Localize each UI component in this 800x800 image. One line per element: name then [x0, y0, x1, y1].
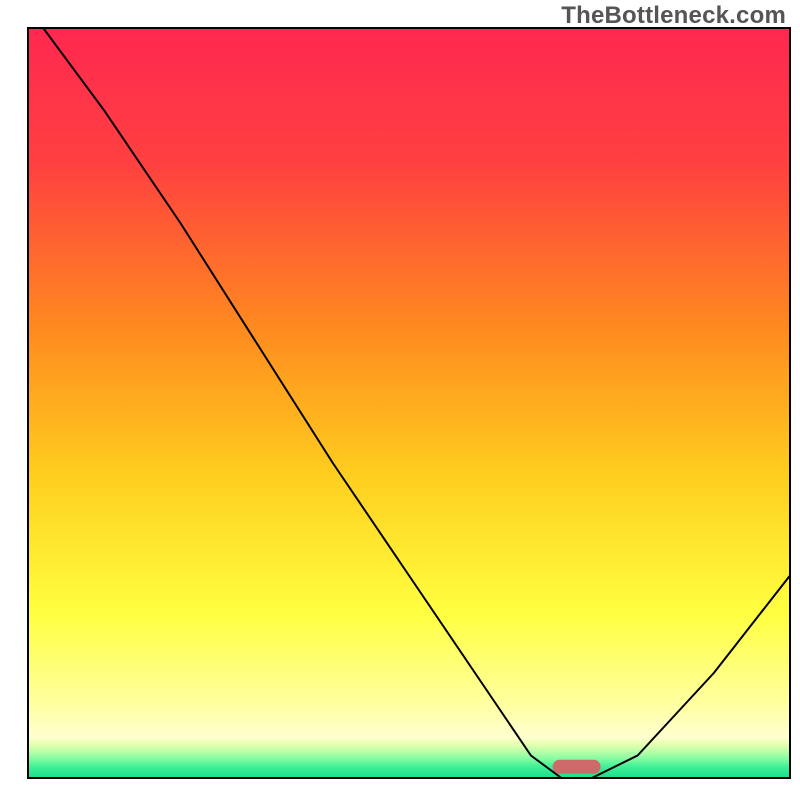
watermark-text: TheBottleneck.com	[561, 2, 786, 30]
chart-container: TheBottleneck.com	[0, 0, 800, 800]
bottleneck-chart	[0, 0, 800, 800]
optimal-marker	[553, 760, 601, 774]
gradient-background	[28, 28, 790, 778]
